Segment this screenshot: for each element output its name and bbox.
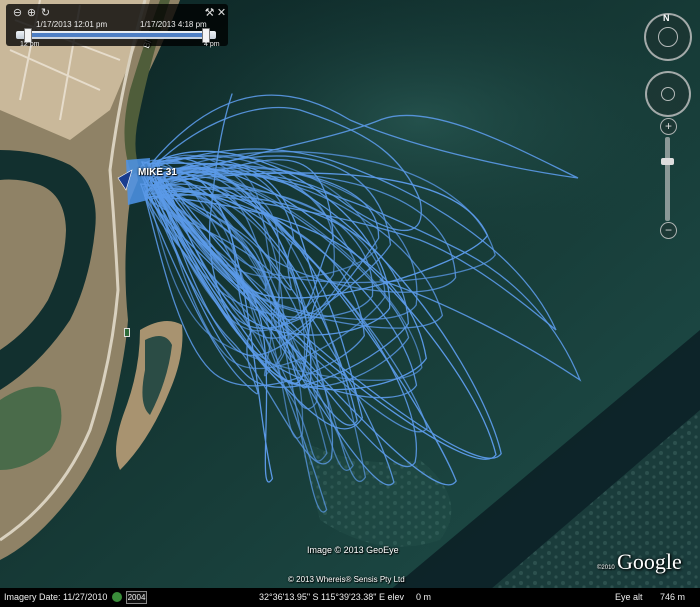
data-attribution: © 2013 Whereis® Sensis Pty Ltd bbox=[288, 575, 405, 584]
time-slider-fill bbox=[26, 33, 206, 37]
road-shield: ​ bbox=[124, 328, 130, 337]
logo-year: ©2010 bbox=[597, 565, 615, 571]
look-joystick[interactable]: N bbox=[644, 13, 692, 61]
imagery-date: Imagery Date: 11/27/2010 bbox=[4, 592, 108, 602]
historical-imagery-icon[interactable] bbox=[112, 592, 122, 602]
tick-end-label: 4 pm bbox=[204, 41, 220, 48]
elevation-value: 0 m bbox=[416, 592, 432, 602]
eye-alt-value: 746 m bbox=[660, 592, 686, 602]
look-center-icon bbox=[658, 27, 678, 47]
time-slider[interactable]: ⊖ ⊕ ↻ ⚒ ✕ 1/17/2013 12:01 pm 1/17/2013 4… bbox=[6, 4, 228, 48]
time-slider-track[interactable] bbox=[16, 28, 216, 43]
placemark-label[interactable]: MIKE 31 bbox=[138, 167, 177, 178]
eye-alt-label: Eye alt bbox=[615, 592, 643, 602]
time-range-end: 1/17/2013 4:18 pm bbox=[140, 20, 207, 29]
settings-wrench-icon[interactable]: ⚒ bbox=[204, 8, 215, 19]
time-range-start: 1/17/2013 12:01 pm bbox=[36, 20, 108, 29]
zoom-in-time-icon[interactable]: ⊕ bbox=[26, 8, 37, 19]
zoom-out-time-icon[interactable]: ⊖ bbox=[12, 8, 23, 19]
zoom-slider-track[interactable] bbox=[665, 137, 670, 221]
cursor-coordinates: 32°36'13.95" S 115°39'23.38" E elev bbox=[259, 592, 404, 602]
zoom-slider-thumb[interactable] bbox=[661, 158, 674, 165]
compass-n-label: N bbox=[663, 13, 670, 23]
status-bar: Imagery Date: 11/27/2010 2004 32°36'13.9… bbox=[0, 588, 700, 607]
navigation-controls[interactable]: N + − bbox=[636, 0, 700, 260]
close-icon[interactable]: ✕ bbox=[216, 8, 227, 19]
tick-start-label: 12 pm bbox=[20, 41, 40, 48]
imagery-attribution: Image © 2013 GeoEye bbox=[307, 545, 399, 555]
move-center-icon bbox=[661, 87, 675, 101]
satellite-map[interactable] bbox=[0, 0, 700, 607]
google-logo: Google bbox=[617, 549, 682, 574]
historical-year-box[interactable]: 2004 bbox=[126, 591, 147, 604]
zoom-in-button[interactable]: + bbox=[660, 118, 677, 135]
zoom-out-button[interactable]: − bbox=[660, 222, 677, 239]
reset-time-icon[interactable]: ↻ bbox=[40, 8, 51, 19]
move-joystick[interactable] bbox=[645, 71, 691, 117]
